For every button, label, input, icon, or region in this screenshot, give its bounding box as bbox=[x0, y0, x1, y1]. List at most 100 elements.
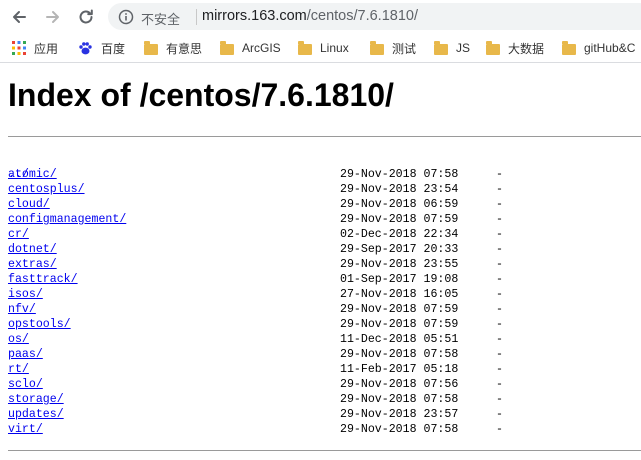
directory-link[interactable]: cr/ bbox=[8, 227, 29, 242]
folder-icon bbox=[370, 40, 384, 55]
modified-date: 29-Sep-2017 20:33 bbox=[340, 243, 459, 256]
table-row: storage/29-Nov-2018 07:58 - bbox=[8, 392, 641, 407]
table-row: fasttrack/01-Sep-2017 19:08 - bbox=[8, 272, 641, 287]
url-text[interactable]: mirrors.163.com/centos/7.6.1810/ bbox=[202, 8, 418, 24]
file-size: - bbox=[496, 318, 503, 331]
modified-date: 01-Sep-2017 19:08 bbox=[340, 273, 459, 286]
directory-link[interactable]: extras/ bbox=[8, 257, 57, 272]
file-size: - bbox=[496, 273, 503, 286]
modified-date: 11-Feb-2017 05:18 bbox=[340, 363, 459, 376]
bookmark-folder-dashuju[interactable]: 大数据 bbox=[486, 39, 544, 57]
file-size: - bbox=[496, 168, 503, 181]
table-row: sclo/29-Nov-2018 07:56 - bbox=[8, 377, 641, 392]
table-row: centosplus/29-Nov-2018 23:54 - bbox=[8, 182, 641, 197]
table-row: paas/29-Nov-2018 07:58 - bbox=[8, 347, 641, 362]
address-separator bbox=[196, 9, 197, 25]
table-row: os/11-Dec-2018 05:51 - bbox=[8, 332, 641, 347]
bookmark-apps[interactable]: 应用 bbox=[12, 39, 58, 57]
table-row: cloud/29-Nov-2018 06:59 - bbox=[8, 197, 641, 212]
folder-icon bbox=[486, 40, 500, 55]
reload-button[interactable] bbox=[75, 6, 97, 28]
modified-date: 29-Nov-2018 23:54 bbox=[340, 183, 459, 196]
file-size: - bbox=[496, 393, 503, 406]
bookmark-folder-arcgis[interactable]: ArcGIS bbox=[220, 39, 281, 57]
file-size: - bbox=[496, 333, 503, 346]
file-size: - bbox=[496, 378, 503, 391]
page-title: Index of /centos/7.6.1810/ bbox=[8, 77, 394, 113]
directory-link[interactable]: configmanagement/ bbox=[8, 212, 126, 227]
file-size: - bbox=[496, 213, 503, 226]
modified-date: 29-Nov-2018 07:59 bbox=[340, 303, 459, 316]
bookmark-label: 测试 bbox=[392, 41, 417, 56]
url-path: /centos/7.6.1810/ bbox=[306, 8, 418, 24]
bookmark-folder-github[interactable]: gitHub&C bbox=[562, 39, 635, 57]
table-row: nfv/29-Nov-2018 07:59 - bbox=[8, 302, 641, 317]
forward-button[interactable] bbox=[42, 6, 64, 28]
bookmark-folder-youyisi[interactable]: 有意思 bbox=[144, 39, 202, 57]
file-size: - bbox=[496, 258, 503, 271]
directory-link[interactable]: isos/ bbox=[8, 287, 43, 302]
modified-date: 29-Nov-2018 07:56 bbox=[340, 378, 459, 391]
bookmark-label: 百度 bbox=[101, 41, 126, 56]
file-size: - bbox=[496, 228, 503, 241]
table-row: extras/29-Nov-2018 23:55 - bbox=[8, 257, 641, 272]
directory-link[interactable]: paas/ bbox=[8, 347, 43, 362]
modified-date: 29-Nov-2018 07:58 bbox=[340, 423, 459, 436]
modified-date: 29-Nov-2018 23:57 bbox=[340, 408, 459, 421]
back-arrow-icon bbox=[13, 11, 26, 23]
folder-icon bbox=[562, 40, 576, 55]
table-row: dotnet/29-Sep-2017 20:33 - bbox=[8, 242, 641, 257]
file-size: - bbox=[496, 243, 503, 256]
folder-icon bbox=[220, 40, 234, 55]
directory-link[interactable]: os/ bbox=[8, 332, 29, 347]
file-size: - bbox=[496, 198, 503, 211]
top-divider bbox=[8, 136, 641, 137]
apps-grid-icon bbox=[12, 41, 26, 55]
directory-link[interactable]: opstools/ bbox=[8, 317, 71, 332]
modified-date: 11-Dec-2018 05:51 bbox=[340, 333, 459, 346]
bottom-divider bbox=[8, 450, 641, 451]
directory-link[interactable]: atomic/ bbox=[8, 167, 57, 182]
directory-link[interactable]: virt/ bbox=[8, 422, 43, 437]
modified-date: 29-Nov-2018 23:55 bbox=[340, 258, 459, 271]
modified-date: 27-Nov-2018 16:05 bbox=[340, 288, 459, 301]
address-bar[interactable]: 不安全 mirrors.163.com/centos/7.6.1810/ bbox=[108, 3, 641, 30]
file-size: - bbox=[496, 183, 503, 196]
file-size: - bbox=[496, 423, 503, 436]
directory-link[interactable]: storage/ bbox=[8, 392, 64, 407]
info-icon[interactable] bbox=[118, 9, 134, 30]
directory-link[interactable]: dotnet/ bbox=[8, 242, 57, 257]
bookmark-folder-linux[interactable]: Linux bbox=[298, 39, 349, 57]
table-row: opstools/29-Nov-2018 07:59 - bbox=[8, 317, 641, 332]
directory-listing: ../ atomic/29-Nov-2018 07:58- centosplus/… bbox=[8, 152, 641, 437]
bookmark-folder-js[interactable]: JS bbox=[434, 39, 470, 57]
directory-link[interactable]: nfv/ bbox=[8, 302, 36, 317]
table-row: isos/27-Nov-2018 16:05 - bbox=[8, 287, 641, 302]
file-size: - bbox=[496, 348, 503, 361]
file-size: - bbox=[496, 288, 503, 301]
directory-link[interactable]: updates/ bbox=[8, 407, 64, 422]
bookmark-label: JS bbox=[456, 41, 471, 55]
folder-icon bbox=[434, 40, 448, 55]
bookmark-folder-ceshi[interactable]: 测试 bbox=[370, 39, 416, 57]
not-secure-label[interactable]: 不安全 bbox=[141, 9, 180, 28]
directory-link[interactable]: sclo/ bbox=[8, 377, 43, 392]
folder-icon bbox=[298, 40, 312, 55]
folder-icon bbox=[144, 40, 158, 55]
baidu-paw-icon bbox=[78, 41, 93, 56]
browser-toolbar: 不安全 mirrors.163.com/centos/7.6.1810/ bbox=[0, 0, 641, 33]
bookmark-baidu[interactable]: 百度 bbox=[78, 39, 125, 57]
modified-date: 29-Nov-2018 07:58 bbox=[340, 393, 459, 406]
back-button[interactable] bbox=[8, 6, 30, 28]
directory-link[interactable]: rt/ bbox=[8, 362, 29, 377]
modified-date: 29-Nov-2018 07:59 bbox=[340, 318, 459, 331]
table-row: cr/02-Dec-2018 22:34 - bbox=[8, 227, 641, 242]
directory-link[interactable]: fasttrack/ bbox=[8, 272, 78, 287]
modified-date: 29-Nov-2018 07:58 bbox=[340, 348, 459, 361]
directory-link[interactable]: centosplus/ bbox=[8, 182, 85, 197]
reload-icon bbox=[79, 9, 93, 24]
directory-link[interactable]: cloud/ bbox=[8, 197, 50, 212]
table-row: rt/11-Feb-2017 05:18 - bbox=[8, 362, 641, 377]
modified-date: 02-Dec-2018 22:34 bbox=[340, 228, 459, 241]
bookmark-label: ArcGIS bbox=[242, 41, 281, 55]
